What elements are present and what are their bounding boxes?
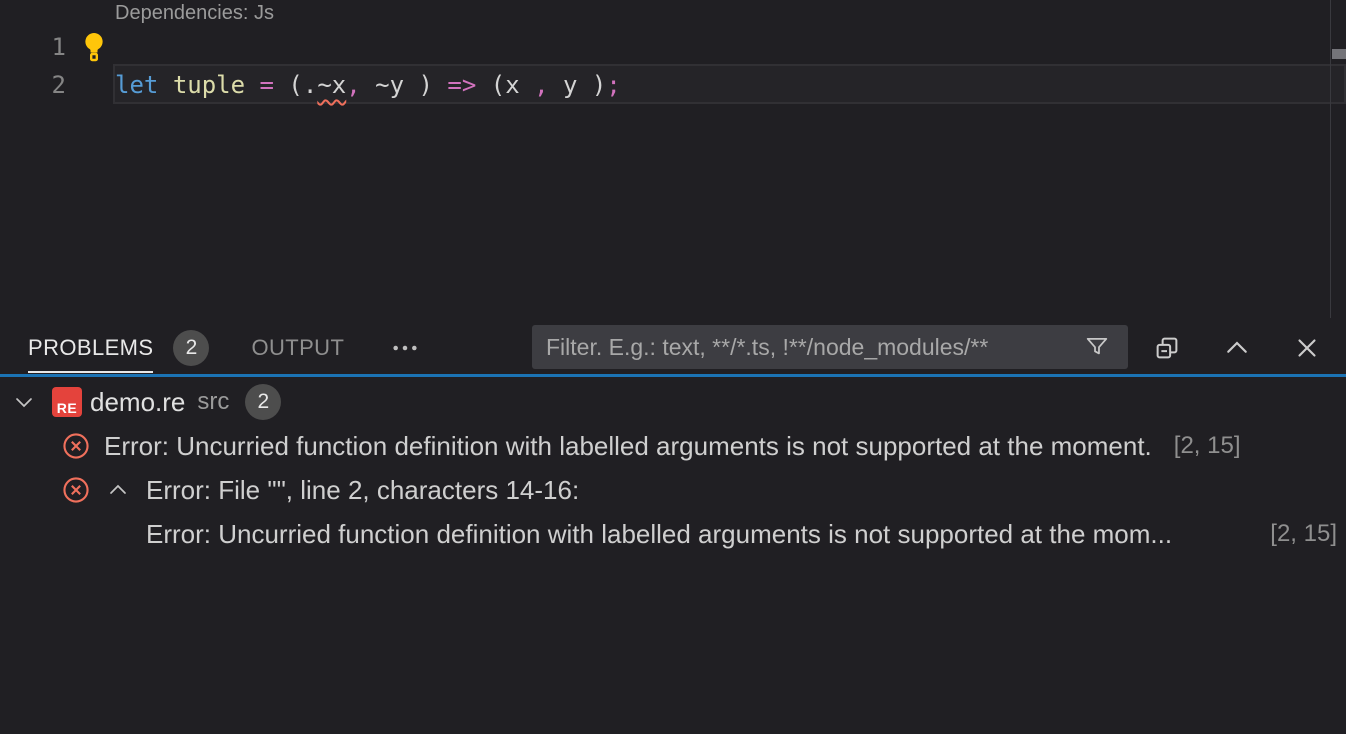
problem-message: Error: Uncurried function definition wit… xyxy=(104,431,1152,462)
panel-actions xyxy=(1150,318,1324,377)
token-semicolon: ; xyxy=(606,71,620,99)
token-labelled-arg-y: ~y ) xyxy=(361,71,448,99)
token-body-y: y ) xyxy=(549,71,607,99)
reason-file-icon: RE xyxy=(52,387,82,417)
token-space xyxy=(245,71,259,99)
file-name: demo.re xyxy=(90,387,185,418)
close-panel-icon[interactable] xyxy=(1290,331,1324,365)
problem-message: Error: File "", line 2, characters 14-16… xyxy=(146,475,579,506)
editor-line-2[interactable]: 2 let tuple = (. ~x , ~y ) => (x , y ) ; xyxy=(0,66,1346,104)
token-body-x: (x xyxy=(476,71,534,99)
file-path: src xyxy=(197,388,229,416)
token-labelled-arg-x-error: ~x xyxy=(317,71,346,99)
token-comma: , xyxy=(346,71,360,99)
codelens-dependencies[interactable]: Dependencies: Js xyxy=(115,2,274,25)
problems-count-badge: 2 xyxy=(173,330,209,366)
overview-ruler-marker[interactable] xyxy=(1332,49,1346,59)
tab-problems-label: PROBLEMS xyxy=(28,335,153,361)
chevron-down-icon[interactable] xyxy=(12,390,36,414)
token-space xyxy=(158,71,172,99)
problem-position: [2, 15] xyxy=(1174,432,1241,460)
editor-line-1: 1 xyxy=(0,28,1346,66)
token-paren-dot: (. xyxy=(274,71,317,99)
code-line: let tuple = (. ~x , ~y ) => (x , y ) ; xyxy=(115,71,621,99)
reason-file-icon-text: RE xyxy=(57,399,77,417)
chevron-up-icon[interactable] xyxy=(106,478,130,502)
file-problem-count-badge: 2 xyxy=(245,384,281,420)
scrollbar-divider xyxy=(1330,0,1331,318)
panel-tabs: PROBLEMS 2 OUTPUT xyxy=(28,318,422,377)
error-icon xyxy=(62,476,90,504)
related-problem-message: Error: Uncurried function definition wit… xyxy=(146,519,1172,550)
tab-output-label: OUTPUT xyxy=(251,335,344,361)
maximize-panel-icon[interactable] xyxy=(1220,331,1254,365)
related-problem-position: [2, 15] xyxy=(1270,520,1337,548)
token-keyword-let: let xyxy=(115,71,158,99)
problem-row-2[interactable]: Error: File "", line 2, characters 14-16… xyxy=(0,468,1346,512)
problems-filter-input[interactable] xyxy=(546,334,1080,361)
problems-filter-box xyxy=(532,325,1128,369)
editor-pane: Dependencies: Js 1 2 let tuple = (. ~x ,… xyxy=(0,0,1346,318)
file-group-row[interactable]: RE demo.re src 2 xyxy=(0,380,1346,424)
panel-header: PROBLEMS 2 OUTPUT xyxy=(0,318,1346,377)
token-comma: , xyxy=(534,71,548,99)
more-tabs-icon[interactable] xyxy=(388,331,422,365)
problem-related-row[interactable]: Error: Uncurried function definition wit… xyxy=(0,512,1346,556)
vscode-window: { "colors": { "background": "#201F23", "… xyxy=(0,0,1346,734)
token-arrow: => xyxy=(447,71,476,99)
problem-row-1[interactable]: Error: Uncurried function definition wit… xyxy=(0,424,1346,468)
error-icon xyxy=(62,432,90,460)
tab-output[interactable]: OUTPUT xyxy=(251,335,344,361)
restore-views-icon[interactable] xyxy=(1150,331,1184,365)
problems-list: RE demo.re src 2 Error: Uncurried functi… xyxy=(0,380,1346,734)
filter-funnel-icon[interactable] xyxy=(1080,330,1114,364)
line-number-1: 1 xyxy=(0,33,66,61)
tab-problems[interactable]: PROBLEMS 2 xyxy=(28,330,209,366)
token-equals: = xyxy=(260,71,274,99)
lightbulb-icon[interactable] xyxy=(83,32,105,62)
line-number-2: 2 xyxy=(0,71,66,99)
token-identifier-tuple: tuple xyxy=(173,71,245,99)
